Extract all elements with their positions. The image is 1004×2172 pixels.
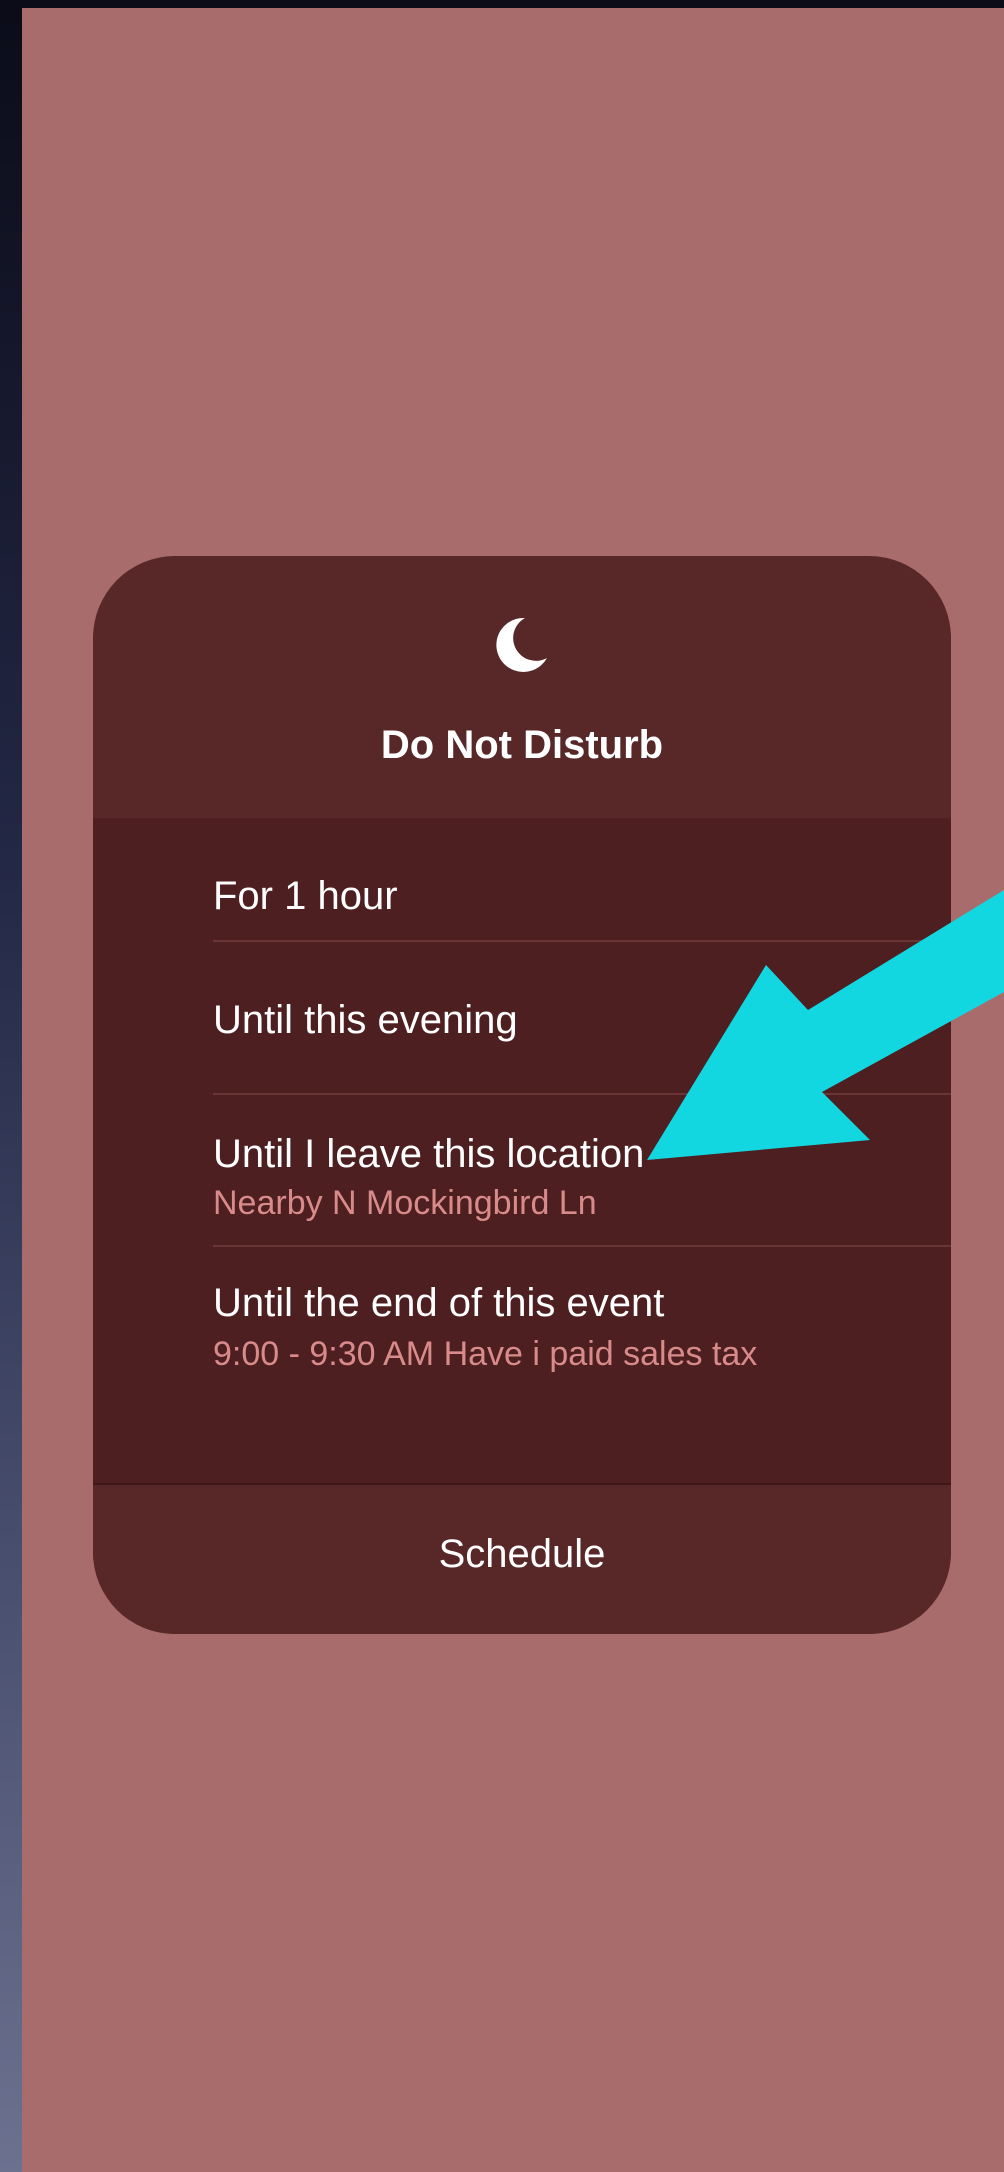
option-until-this-evening[interactable]: Until this evening [93, 942, 951, 1093]
option-label: Until the end of this event [213, 1281, 665, 1325]
option-label: For 1 hour [213, 874, 398, 918]
schedule-button[interactable]: Schedule [93, 1483, 951, 1634]
option-for-1-hour[interactable]: For 1 hour [93, 818, 951, 941]
option-label: Until I leave this location [213, 1132, 645, 1176]
option-until-the-end-of-this-event[interactable]: Until the end of this event 9:00 - 9:30 … [93, 1247, 951, 1483]
option-detail: Nearby N Mockingbird Ln [213, 1184, 597, 1222]
moon-icon [496, 617, 547, 672]
option-until-i-leave-this-location[interactable]: Until I leave this location Nearby N Moc… [93, 1095, 951, 1245]
option-detail: 9:00 - 9:30 AM Have i paid sales tax [213, 1335, 758, 1373]
schedule-label: Schedule [438, 1532, 606, 1576]
menu-header: Do Not Disturb [93, 556, 951, 818]
option-label: Until this evening [213, 998, 518, 1042]
background-top-edge [0, 0, 1004, 8]
do-not-disturb-menu: Do Not Disturb For 1 hour Until this eve… [93, 556, 951, 1634]
options-list: For 1 hour Until this evening Until I le… [93, 818, 951, 1483]
background-edge [0, 0, 22, 2172]
menu-title: Do Not Disturb [380, 723, 664, 767]
